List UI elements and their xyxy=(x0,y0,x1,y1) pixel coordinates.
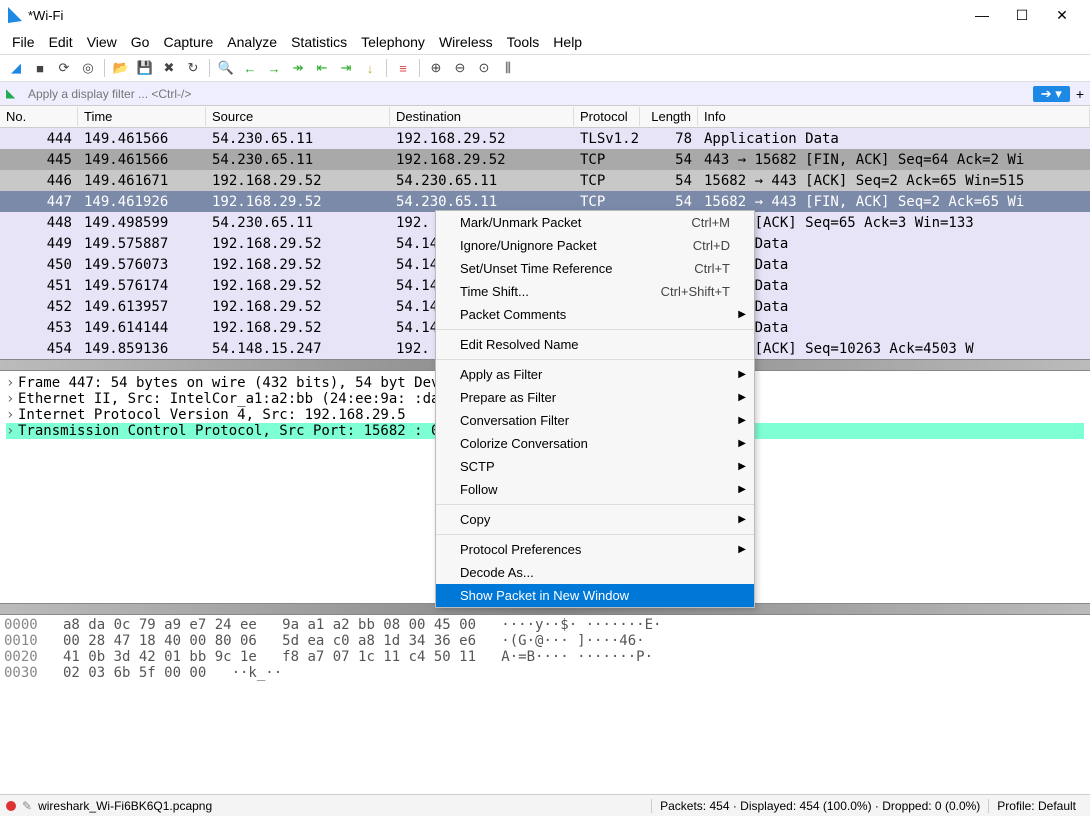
restart-capture-icon[interactable]: ⟳ xyxy=(54,58,74,78)
filter-apply-button[interactable]: ➔ ▾ xyxy=(1033,86,1070,102)
menu-separator xyxy=(436,504,754,505)
goto-first-icon[interactable]: ⇤ xyxy=(312,58,332,78)
hex-line[interactable]: 0020 41 0b 3d 42 01 bb 9c 1e f8 a7 07 1c… xyxy=(4,649,1086,665)
menu-separator xyxy=(436,534,754,535)
minimize-button[interactable]: — xyxy=(962,0,1002,30)
menu-capture[interactable]: Capture xyxy=(163,34,213,50)
zoom-out-icon[interactable]: ⊖ xyxy=(450,58,470,78)
filter-bar: ◣ ➔ ▾ + xyxy=(0,82,1090,106)
packet-row[interactable]: 445149.46156654.230.65.11192.168.29.52TC… xyxy=(0,149,1090,170)
menu-analyze[interactable]: Analyze xyxy=(227,34,277,50)
menu-item[interactable]: Copy▶ xyxy=(436,508,754,531)
menu-telephony[interactable]: Telephony xyxy=(361,34,425,50)
menu-bar: File Edit View Go Capture Analyze Statistics Te… xyxy=(0,30,1090,54)
start-capture-icon[interactable]: ◢ xyxy=(6,58,26,78)
menu-help[interactable]: Help xyxy=(553,34,582,50)
status-profile[interactable]: Profile: Default xyxy=(988,799,1084,813)
menu-item[interactable]: Prepare as Filter▶ xyxy=(436,386,754,409)
status-bar: ✎ wireshark_Wi-Fi6BK6Q1.pcapng Packets: … xyxy=(0,794,1090,816)
goto-last-icon[interactable]: ⇥ xyxy=(336,58,356,78)
menu-go[interactable]: Go xyxy=(131,34,150,50)
menu-tools[interactable]: Tools xyxy=(507,34,540,50)
colorize-icon[interactable]: ≡ xyxy=(393,58,413,78)
window-title: *Wi-Fi xyxy=(28,8,63,23)
reload-icon[interactable]: ↻ xyxy=(183,58,203,78)
header-info[interactable]: Info xyxy=(698,107,1090,126)
menu-item[interactable]: Time Shift...Ctrl+Shift+T xyxy=(436,280,754,303)
hex-line[interactable]: 0010 00 28 47 18 40 00 80 06 5d ea c0 a8… xyxy=(4,633,1086,649)
jump-icon[interactable]: ↠ xyxy=(288,58,308,78)
menu-file[interactable]: File xyxy=(12,34,35,50)
autoscroll-icon[interactable]: ↓ xyxy=(360,58,380,78)
menu-item[interactable]: Show Packet in New Window xyxy=(436,584,754,607)
menu-item[interactable]: Ignore/Unignore PacketCtrl+D xyxy=(436,234,754,257)
packet-row[interactable]: 444149.46156654.230.65.11192.168.29.52TL… xyxy=(0,128,1090,149)
filter-add-button[interactable]: + xyxy=(1076,86,1084,102)
toolbar: ◢ ■ ⟳ ◎ 📂 💾 ✖ ↻ 🔍 ← → ↠ ⇤ ⇥ ↓ ≡ ⊕ ⊖ ⊙ ⫼ xyxy=(0,54,1090,82)
close-button[interactable]: ✕ xyxy=(1042,0,1082,30)
menu-item[interactable]: Edit Resolved Name xyxy=(436,333,754,356)
find-icon[interactable]: 🔍 xyxy=(216,58,236,78)
menu-item[interactable]: Conversation Filter▶ xyxy=(436,409,754,432)
column-headers: No. Time Source Destination Protocol Len… xyxy=(0,106,1090,128)
app-icon xyxy=(8,7,22,23)
open-icon[interactable]: 📂 xyxy=(111,58,131,78)
packet-row[interactable]: 446149.461671192.168.29.5254.230.65.11TC… xyxy=(0,170,1090,191)
context-menu: Mark/Unmark PacketCtrl+MIgnore/Unignore … xyxy=(435,210,755,608)
title-bar: *Wi-Fi — ☐ ✕ xyxy=(0,0,1090,30)
close-file-icon[interactable]: ✖ xyxy=(159,58,179,78)
save-icon[interactable]: 💾 xyxy=(135,58,155,78)
menu-item[interactable]: Protocol Preferences▶ xyxy=(436,538,754,561)
menu-item[interactable]: Follow▶ xyxy=(436,478,754,501)
menu-item[interactable]: Apply as Filter▶ xyxy=(436,363,754,386)
menu-view[interactable]: View xyxy=(87,34,117,50)
hex-line[interactable]: 0000 a8 da 0c 79 a9 e7 24 ee 9a a1 a2 bb… xyxy=(4,617,1086,633)
maximize-button[interactable]: ☐ xyxy=(1002,0,1042,30)
bookmark-icon[interactable]: ◣ xyxy=(6,86,22,102)
menu-wireless[interactable]: Wireless xyxy=(439,34,493,50)
options-icon[interactable]: ◎ xyxy=(78,58,98,78)
back-icon[interactable]: ← xyxy=(240,58,260,78)
menu-item[interactable]: SCTP▶ xyxy=(436,455,754,478)
header-length[interactable]: Length xyxy=(640,107,698,126)
menu-item[interactable]: Colorize Conversation▶ xyxy=(436,432,754,455)
forward-icon[interactable]: → xyxy=(264,58,284,78)
packet-row[interactable]: 447149.461926192.168.29.5254.230.65.11TC… xyxy=(0,191,1090,212)
zoom-reset-icon[interactable]: ⊙ xyxy=(474,58,494,78)
resize-columns-icon[interactable]: ⫼ xyxy=(498,58,518,78)
menu-separator xyxy=(436,359,754,360)
capture-file-icon: ✎ xyxy=(22,799,32,813)
header-destination[interactable]: Destination xyxy=(390,107,574,126)
menu-edit[interactable]: Edit xyxy=(49,34,73,50)
expert-info-icon[interactable] xyxy=(6,801,16,811)
hex-line[interactable]: 0030 02 03 6b 5f 00 00 ··k_·· xyxy=(4,665,1086,681)
header-source[interactable]: Source xyxy=(206,107,390,126)
header-time[interactable]: Time xyxy=(78,107,206,126)
menu-statistics[interactable]: Statistics xyxy=(291,34,347,50)
menu-item[interactable]: Packet Comments▶ xyxy=(436,303,754,326)
zoom-in-icon[interactable]: ⊕ xyxy=(426,58,446,78)
stop-capture-icon[interactable]: ■ xyxy=(30,58,50,78)
display-filter-input[interactable] xyxy=(26,85,1033,103)
menu-separator xyxy=(436,329,754,330)
header-no[interactable]: No. xyxy=(0,107,78,126)
status-packets: Packets: 454 · Displayed: 454 (100.0%) ·… xyxy=(651,799,988,813)
menu-item[interactable]: Mark/Unmark PacketCtrl+M xyxy=(436,211,754,234)
status-file: wireshark_Wi-Fi6BK6Q1.pcapng xyxy=(38,799,212,813)
menu-item[interactable]: Decode As... xyxy=(436,561,754,584)
header-protocol[interactable]: Protocol xyxy=(574,107,640,126)
hex-view[interactable]: 0000 a8 da 0c 79 a9 e7 24 ee 9a a1 a2 bb… xyxy=(0,615,1090,683)
menu-item[interactable]: Set/Unset Time ReferenceCtrl+T xyxy=(436,257,754,280)
